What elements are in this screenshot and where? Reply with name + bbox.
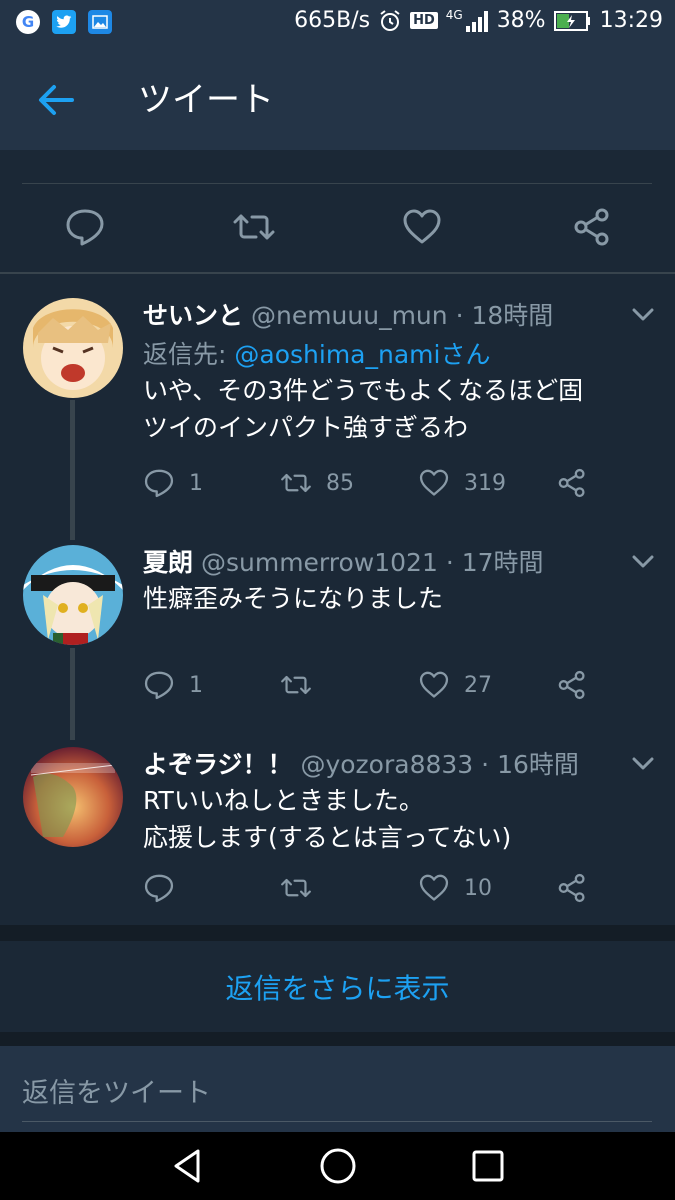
tweet-text: 性癖歪みそうになりました	[143, 580, 443, 617]
display-name[interactable]: よぞラジ！！	[143, 750, 293, 779]
like-button[interactable]: 10	[418, 872, 492, 904]
reply-count: 1	[189, 470, 203, 496]
tweet-text-line: 性癖歪みそうになりました	[143, 584, 444, 613]
chevron-down-icon[interactable]	[630, 301, 656, 327]
display-name[interactable]: 夏朗	[143, 548, 193, 577]
like-count: 319	[464, 470, 506, 496]
recents-square-icon[interactable]	[468, 1146, 508, 1186]
retweet-count: 85	[326, 470, 354, 496]
tweet-text-line: ツイのインパクト強すぎるわ	[143, 413, 469, 442]
avatar[interactable]	[23, 545, 123, 645]
hd-badge: HD	[410, 12, 438, 29]
tweet-text-line: 応援します(するとは言ってない)	[143, 823, 512, 852]
status-bar: G 665B/s HD 4G 38% 13:29	[0, 0, 675, 44]
main-retweet-icon[interactable]	[232, 206, 276, 250]
back-triangle-icon[interactable]	[168, 1146, 208, 1186]
handle[interactable]: @summerrow1021	[201, 548, 438, 577]
tweet-text-line: いや、その3件どうでもよくなるほど固	[143, 376, 584, 405]
timestamp: 17時間	[461, 548, 544, 577]
display-name[interactable]: せいンと	[143, 301, 243, 330]
section-gap	[0, 1032, 675, 1046]
reply-header: せいンと @nemuuu_mun · 18時間	[143, 296, 553, 332]
share-icon[interactable]	[556, 467, 588, 499]
alarm-icon	[380, 9, 400, 31]
handle[interactable]: @nemuuu_mun	[251, 301, 448, 330]
google-icon: G	[16, 10, 40, 34]
timestamp: 18時間	[471, 301, 554, 330]
reply-header: よぞラジ！！ @yozora8833 · 16時間	[143, 745, 579, 781]
page-title: ツイート	[138, 80, 274, 120]
back-arrow-icon[interactable]	[34, 78, 78, 122]
divider	[22, 183, 652, 184]
reply-input[interactable]	[22, 1066, 652, 1122]
chevron-down-icon[interactable]	[630, 548, 656, 574]
share-icon[interactable]	[556, 872, 588, 904]
reply-to-label: 返信先:	[143, 340, 227, 369]
show-more-replies-button[interactable]: 返信をさらに表示	[0, 941, 675, 1032]
separator-dot: ·	[445, 548, 454, 577]
reply-button[interactable]: 1	[143, 669, 203, 701]
avatar[interactable]	[23, 747, 123, 847]
header: ツイート	[0, 44, 675, 150]
retweet-button[interactable]	[280, 872, 326, 904]
like-button[interactable]: 27	[418, 669, 492, 701]
timestamp: 16時間	[497, 750, 579, 779]
main-share-icon[interactable]	[571, 206, 615, 250]
like-button[interactable]: 319	[418, 467, 506, 499]
share-icon[interactable]	[556, 669, 588, 701]
retweet-button[interactable]	[280, 669, 326, 701]
section-divider	[0, 272, 675, 274]
reply-to-line: 返信先: @aoshima_namiさん	[143, 336, 490, 373]
clock: 13:29	[599, 8, 663, 33]
handle[interactable]: @yozora8833	[300, 750, 473, 779]
reply-count: 1	[189, 672, 203, 698]
main-reply-icon[interactable]	[64, 206, 108, 250]
network-label: 4G	[445, 7, 463, 22]
main-like-icon[interactable]	[401, 206, 445, 250]
like-count: 27	[464, 672, 492, 698]
retweet-button[interactable]: 85	[280, 467, 354, 499]
net-speed: 665B/s	[294, 8, 371, 33]
reply-button[interactable]: 1	[143, 467, 203, 499]
compose-bar	[0, 1046, 675, 1132]
tweet-text: RTいいねしときました。 応援します(するとは言ってない)	[143, 782, 511, 856]
reply-header: 夏朗 @summerrow1021 · 17時間	[143, 543, 544, 579]
android-nav-bar	[0, 1132, 675, 1200]
section-gap	[0, 925, 675, 941]
tweet-text-line: RTいいねしときました。	[143, 786, 424, 815]
separator-dot: ·	[481, 750, 490, 779]
separator-dot: ·	[455, 301, 464, 330]
thread-line	[70, 400, 75, 540]
reply-button[interactable]	[143, 872, 189, 904]
gallery-icon	[88, 10, 112, 34]
tweet-text: いや、その3件どうでもよくなるほど固 ツイのインパクト強すぎるわ	[143, 372, 583, 446]
twitter-icon	[52, 10, 76, 34]
thread-line	[70, 648, 75, 740]
home-circle-icon[interactable]	[318, 1146, 358, 1186]
like-count: 10	[464, 875, 492, 901]
signal-icon	[465, 10, 488, 32]
chevron-down-icon[interactable]	[630, 750, 656, 776]
reply-mention-link[interactable]: @aoshima_namiさん	[234, 340, 490, 369]
avatar[interactable]	[23, 298, 123, 398]
battery-icon	[553, 10, 590, 31]
battery-percent: 38%	[496, 8, 546, 33]
